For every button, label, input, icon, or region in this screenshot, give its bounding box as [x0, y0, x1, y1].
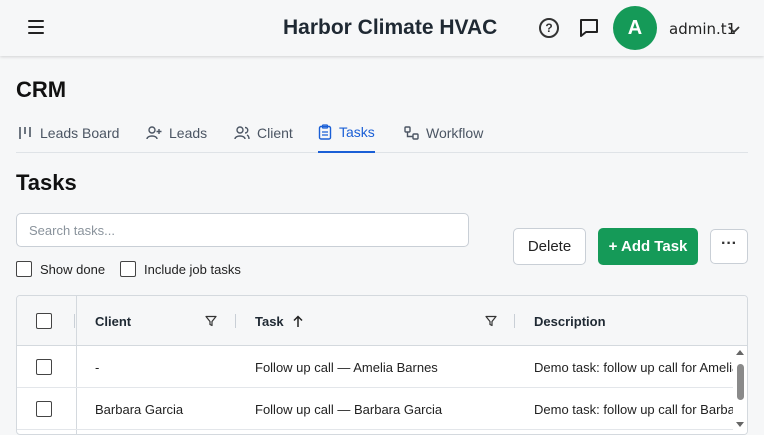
sort-ascending-icon[interactable]: [292, 314, 304, 328]
section-title: Tasks: [16, 170, 77, 195]
user-menu-name[interactable]: admin.t1: [669, 20, 736, 38]
tab-bar: Leads Board Leads Client Tasks Workflow: [16, 112, 748, 153]
column-label: Task: [255, 313, 284, 329]
checkbox-box[interactable]: [120, 261, 136, 277]
tab-label: Tasks: [339, 123, 375, 140]
avatar[interactable]: A: [613, 6, 657, 50]
chat-icon[interactable]: [579, 18, 599, 43]
show-done-checkbox[interactable]: Show done: [16, 261, 105, 277]
kanban-icon: [19, 126, 31, 139]
search-input[interactable]: [16, 213, 469, 247]
cell-task: Follow up call — Amelia Barnes: [255, 359, 438, 375]
scroll-up-arrow-icon[interactable]: [736, 350, 744, 355]
column-label: Client: [95, 313, 132, 329]
checkbox-label: Include job tasks: [144, 261, 241, 277]
top-app-bar: Harbor Climate HVAC ? A admin.t1: [0, 0, 764, 56]
users-icon: [234, 125, 250, 139]
workflow-icon: [404, 125, 419, 140]
tab-label: Client: [257, 124, 293, 141]
scroll-down-arrow-icon[interactable]: [736, 422, 744, 427]
checkbox-label: Show done: [40, 261, 106, 277]
filter-icon[interactable]: [485, 315, 497, 327]
menu-icon[interactable]: [28, 20, 44, 34]
add-task-button[interactable]: + Add Task: [598, 228, 698, 265]
delete-button[interactable]: Delete: [513, 228, 586, 265]
help-icon[interactable]: ?: [539, 18, 559, 38]
select-all-checkbox[interactable]: [36, 313, 52, 329]
page-title: CRM: [16, 77, 67, 102]
chevron-down-icon[interactable]: [728, 22, 740, 40]
column-label: Description: [534, 313, 606, 329]
vertical-scrollbar[interactable]: [733, 346, 747, 434]
tasks-grid: Client Task Description - Follow up call…: [16, 295, 748, 435]
table-row[interactable]: - Follow up call — Amelia Barnes Demo ta…: [17, 346, 747, 388]
cell-description: Demo task: follow up call for Barbara Ga…: [534, 401, 733, 417]
tab-label: Workflow: [426, 124, 484, 141]
column-header-client[interactable]: Client: [95, 296, 131, 346]
cell-task: Follow up call — Barbara Garcia: [255, 401, 443, 417]
include-job-tasks-checkbox[interactable]: Include job tasks: [120, 261, 241, 277]
more-options-button[interactable]: ···: [710, 229, 748, 264]
table-row[interactable]: Barbara Garcia Follow up call — Barbara …: [17, 388, 747, 430]
column-separator: [514, 314, 515, 328]
column-header-description[interactable]: Description: [534, 296, 606, 346]
clipboard-icon: [318, 123, 332, 140]
scrollbar-thumb[interactable]: [737, 364, 744, 400]
grid-header: Client Task Description: [17, 296, 747, 346]
checkbox-box[interactable]: [16, 261, 32, 277]
column-header-task[interactable]: Task: [255, 296, 304, 346]
tab-client[interactable]: Client: [234, 112, 293, 153]
app-title: Harbor Climate HVAC: [283, 16, 498, 39]
cell-client: -: [95, 359, 100, 375]
tab-workflow[interactable]: Workflow: [404, 112, 483, 153]
tab-label: Leads: [169, 124, 208, 141]
tab-tasks[interactable]: Tasks: [318, 112, 375, 153]
cell-client: Barbara Garcia: [95, 401, 184, 417]
column-separator: [74, 314, 75, 328]
user-plus-icon: [146, 125, 162, 139]
tab-leads-board[interactable]: Leads Board: [18, 112, 119, 153]
tab-label: Leads Board: [40, 124, 120, 141]
tab-leads[interactable]: Leads: [146, 112, 207, 153]
row-checkbox[interactable]: [36, 401, 52, 417]
filter-icon[interactable]: [205, 315, 217, 327]
column-separator: [235, 314, 236, 328]
row-checkbox[interactable]: [36, 359, 52, 375]
cell-description: Demo task: follow up call for Amelia Bar…: [534, 359, 733, 375]
